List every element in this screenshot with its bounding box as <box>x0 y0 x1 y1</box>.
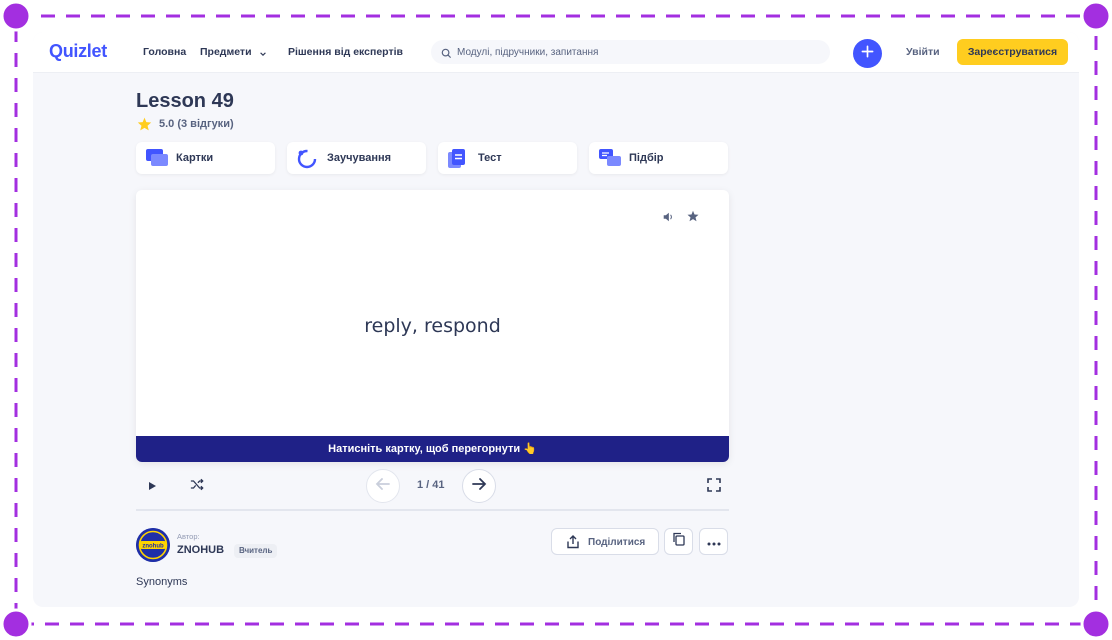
svg-text:znohub: znohub <box>142 543 164 549</box>
card-term: reply, respond <box>364 315 501 337</box>
copy-icon <box>672 532 685 551</box>
more-horizontal-icon <box>707 533 721 551</box>
mode-test[interactable]: Тест <box>438 142 577 174</box>
create-button[interactable] <box>853 39 882 68</box>
mode-learn[interactable]: Заучування <box>287 142 426 174</box>
share-button[interactable]: Поділитися <box>551 528 659 555</box>
author-caption: Автор: <box>177 532 200 541</box>
arrow-right-icon <box>471 477 487 496</box>
search-icon <box>441 46 452 64</box>
author-name[interactable]: ZNOHUB <box>177 544 224 556</box>
test-icon <box>448 149 466 174</box>
rating-summary[interactable]: 5.0 (3 відгуки) <box>159 118 234 130</box>
nav-subjects[interactable]: Предмети <box>200 46 252 58</box>
learn-icon <box>297 149 317 174</box>
flip-hint-bar: Натисніть картку, щоб перегорнути 👆 <box>136 436 729 462</box>
signup-button[interactable]: Зареєструватися <box>957 39 1068 65</box>
match-icon <box>599 149 621 172</box>
avatar[interactable]: znohub <box>136 528 170 562</box>
mode-flashcards[interactable]: Картки <box>136 142 275 174</box>
search-input[interactable] <box>457 40 817 64</box>
chevron-down-icon[interactable] <box>259 45 267 63</box>
flashcards-icon <box>146 149 168 172</box>
divider <box>136 509 729 511</box>
fullscreen-icon[interactable] <box>707 478 721 497</box>
next-card-button[interactable] <box>462 469 496 503</box>
star-icon[interactable] <box>687 209 699 227</box>
app-window: Quizlet Головна Предмети Рішення від екс… <box>33 32 1079 607</box>
top-header: Quizlet Головна Предмети Рішення від екс… <box>33 32 1079 73</box>
set-description: Synonyms <box>136 576 188 588</box>
card-counter: 1 / 41 <box>417 479 445 491</box>
set-title: Lesson 49 <box>136 90 234 112</box>
arrow-left-icon <box>375 477 391 496</box>
mode-match[interactable]: Підбір <box>589 142 728 174</box>
search-bar[interactable] <box>431 40 830 64</box>
quizlet-logo[interactable]: Quizlet <box>49 41 107 62</box>
login-button[interactable]: Увійти <box>906 46 940 58</box>
more-options-button[interactable] <box>699 528 728 555</box>
share-icon <box>566 535 580 554</box>
znohub-logo: znohub <box>136 528 170 562</box>
copy-button[interactable] <box>664 528 693 555</box>
teacher-badge: Вчитель <box>234 544 278 558</box>
plus-icon <box>861 45 874 63</box>
nav-home[interactable]: Головна <box>143 46 186 58</box>
shuffle-icon[interactable] <box>190 478 204 496</box>
speaker-icon[interactable] <box>662 210 674 228</box>
star-icon <box>137 117 152 136</box>
nav-expert-solutions[interactable]: Рішення від експертів <box>288 46 403 58</box>
previous-card-button[interactable] <box>366 469 400 503</box>
play-icon[interactable] <box>146 479 158 497</box>
flashcard[interactable]: reply, respond Натисніть картку, щоб пер… <box>136 190 729 462</box>
